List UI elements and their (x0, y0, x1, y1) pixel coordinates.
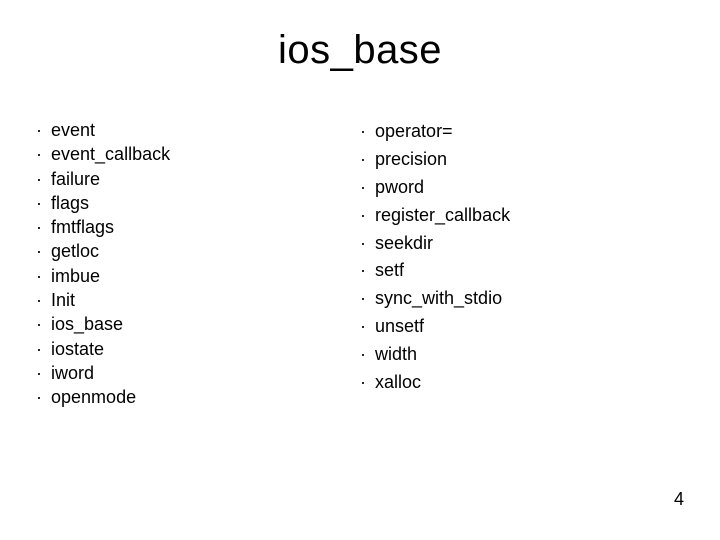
bullet-icon: · (36, 264, 46, 288)
list-item: · sync_with_stdio (360, 285, 684, 313)
bullet-icon: · (36, 337, 46, 361)
item-label: seekdir (375, 233, 433, 253)
bullet-icon: · (360, 146, 370, 174)
bullet-icon: · (36, 312, 46, 336)
item-label: operator= (375, 121, 453, 141)
list-item: · failure (36, 167, 360, 191)
list-item: · unsetf (360, 313, 684, 341)
bullet-icon: · (36, 361, 46, 385)
list-item: · seekdir (360, 230, 684, 258)
item-label: failure (51, 169, 100, 189)
bullet-icon: · (36, 118, 46, 142)
item-label: event_callback (51, 144, 170, 164)
left-column: · event · event_callback · failure · fla… (36, 118, 360, 410)
bullet-icon: · (36, 385, 46, 409)
item-label: imbue (51, 266, 100, 286)
bullet-icon: · (36, 215, 46, 239)
list-item: · iostate (36, 337, 360, 361)
list-item: · Init (36, 288, 360, 312)
content-columns: · event · event_callback · failure · fla… (36, 118, 684, 410)
page-number: 4 (674, 489, 684, 510)
item-label: width (375, 344, 417, 364)
item-label: xalloc (375, 372, 421, 392)
item-label: openmode (51, 387, 136, 407)
item-label: iostate (51, 339, 104, 359)
item-label: flags (51, 193, 89, 213)
list-item: · openmode (36, 385, 360, 409)
list-item: · operator= (360, 118, 684, 146)
list-item: · pword (360, 174, 684, 202)
bullet-icon: · (360, 341, 370, 369)
item-label: Init (51, 290, 75, 310)
list-item: · iword (36, 361, 360, 385)
slide-title: ios_base (0, 28, 720, 73)
bullet-icon: · (360, 202, 370, 230)
list-item: · event (36, 118, 360, 142)
bullet-icon: · (36, 142, 46, 166)
item-label: precision (375, 149, 447, 169)
bullet-icon: · (36, 288, 46, 312)
left-list: · event · event_callback · failure · fla… (36, 118, 360, 410)
list-item: · getloc (36, 239, 360, 263)
bullet-icon: · (36, 239, 46, 263)
bullet-icon: · (360, 174, 370, 202)
item-label: getloc (51, 241, 99, 261)
list-item: · fmtflags (36, 215, 360, 239)
bullet-icon: · (360, 230, 370, 258)
bullet-icon: · (360, 313, 370, 341)
bullet-icon: · (36, 191, 46, 215)
list-item: · precision (360, 146, 684, 174)
slide: ios_base · event · event_callback · fail… (0, 0, 720, 540)
item-label: ios_base (51, 314, 123, 334)
list-item: · ios_base (36, 312, 360, 336)
list-item: · flags (36, 191, 360, 215)
bullet-icon: · (360, 257, 370, 285)
list-item: · event_callback (36, 142, 360, 166)
list-item: · register_callback (360, 202, 684, 230)
item-label: iword (51, 363, 94, 383)
right-list: · operator= · precision · pword · regist… (360, 118, 684, 397)
bullet-icon: · (36, 167, 46, 191)
item-label: fmtflags (51, 217, 114, 237)
bullet-icon: · (360, 285, 370, 313)
list-item: · width (360, 341, 684, 369)
list-item: · xalloc (360, 369, 684, 397)
item-label: pword (375, 177, 424, 197)
list-item: · imbue (36, 264, 360, 288)
item-label: unsetf (375, 316, 424, 336)
list-item: · setf (360, 257, 684, 285)
item-label: sync_with_stdio (375, 288, 502, 308)
bullet-icon: · (360, 118, 370, 146)
bullet-icon: · (360, 369, 370, 397)
right-column: · operator= · precision · pword · regist… (360, 118, 684, 410)
item-label: event (51, 120, 95, 140)
item-label: setf (375, 260, 404, 280)
item-label: register_callback (375, 205, 510, 225)
